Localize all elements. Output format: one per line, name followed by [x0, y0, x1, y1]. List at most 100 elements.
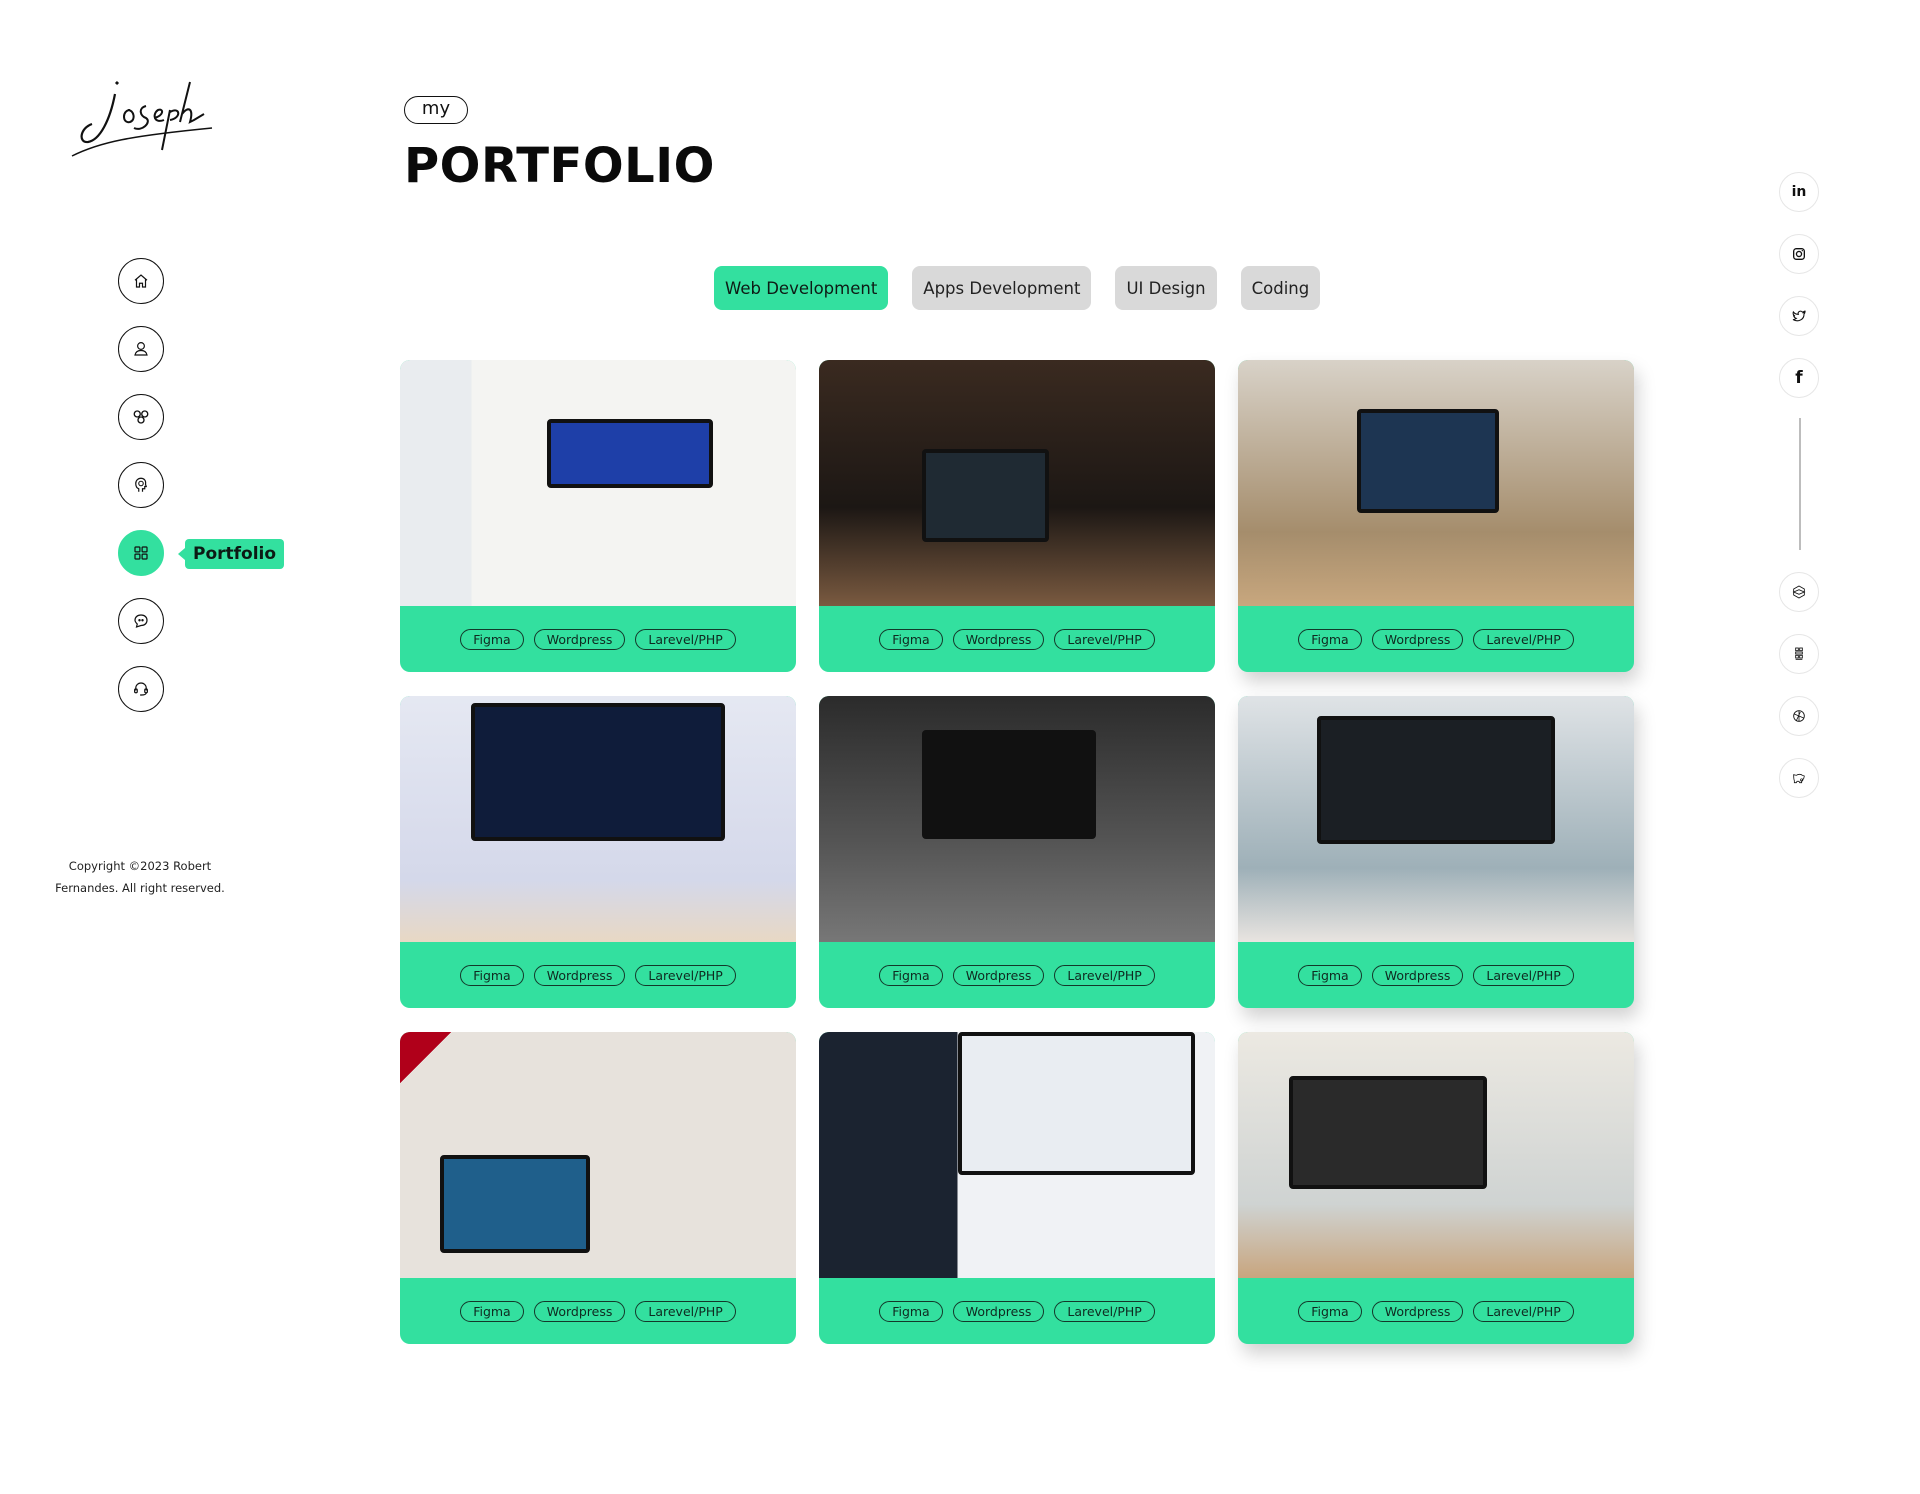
tag-figma[interactable]: Figma — [879, 628, 943, 650]
project-image[interactable] — [1238, 360, 1634, 606]
twitter-link[interactable] — [1779, 296, 1819, 336]
social-divider — [1799, 418, 1801, 550]
grid-icon — [134, 546, 148, 560]
facebook-icon: f — [1795, 368, 1803, 388]
project-card[interactable]: Figma Wordpress Larevel/PHP — [819, 1032, 1215, 1344]
nav-services[interactable] — [118, 394, 164, 440]
project-image-screen — [921, 448, 1049, 543]
project-image[interactable] — [400, 696, 796, 942]
tag-larevel-php[interactable]: Larevel/PHP — [635, 628, 736, 650]
project-image-screen — [1356, 409, 1500, 513]
category-filters: Web Development Apps Development UI Desi… — [714, 266, 1321, 310]
instagram-link[interactable] — [1779, 234, 1819, 274]
project-tags: Figma Wordpress Larevel/PHP — [1238, 942, 1634, 1008]
project-image[interactable] — [400, 1032, 796, 1278]
tag-figma[interactable]: Figma — [879, 1300, 943, 1322]
copyright-line-1: Copyright ©2023 Robert — [68, 859, 212, 873]
nav-testimonials[interactable] — [118, 598, 164, 644]
head-brain-icon — [135, 477, 148, 492]
tag-larevel-php[interactable]: Larevel/PHP — [1054, 1300, 1155, 1322]
tag-wordpress[interactable]: Wordpress — [952, 628, 1045, 650]
copyright: Copyright ©2023 Robert Fernandes. All ri… — [40, 855, 240, 899]
section-pill: my — [404, 96, 468, 124]
layers-link[interactable] — [1779, 572, 1819, 612]
project-card[interactable]: Figma Wordpress Larevel/PHP — [819, 696, 1215, 1008]
qr-link[interactable] — [1779, 634, 1819, 674]
tag-larevel-php[interactable]: Larevel/PHP — [635, 964, 736, 986]
tag-larevel-php[interactable]: Larevel/PHP — [1473, 1300, 1574, 1322]
tag-figma[interactable]: Figma — [879, 964, 943, 986]
nav-portfolio[interactable]: Portfolio — [118, 530, 285, 576]
project-card[interactable]: Figma Wordpress Larevel/PHP — [1238, 1032, 1634, 1344]
nav-skills[interactable] — [118, 462, 164, 508]
tag-figma[interactable]: Figma — [460, 1300, 524, 1322]
project-card[interactable]: Figma Wordpress Larevel/PHP — [400, 1032, 796, 1344]
tag-larevel-php[interactable]: Larevel/PHP — [1054, 628, 1155, 650]
nav-tooltip: Portfolio — [185, 539, 285, 569]
chat-quote-icon — [134, 614, 148, 628]
tag-wordpress[interactable]: Wordpress — [952, 964, 1045, 986]
project-image[interactable] — [400, 360, 796, 606]
project-image[interactable] — [819, 360, 1215, 606]
project-image-screen — [546, 419, 713, 488]
project-tags: Figma Wordpress Larevel/PHP — [1238, 606, 1634, 672]
project-image-screen — [1317, 715, 1555, 844]
tag-wordpress[interactable]: Wordpress — [1371, 1300, 1464, 1322]
tag-wordpress[interactable]: Wordpress — [952, 1300, 1045, 1322]
nav-contact[interactable] — [118, 666, 164, 712]
tag-wordpress[interactable]: Wordpress — [533, 964, 626, 986]
project-image[interactable] — [1238, 1032, 1634, 1278]
project-card[interactable]: Figma Wordpress Larevel/PHP — [1238, 696, 1634, 1008]
tag-figma[interactable]: Figma — [460, 964, 524, 986]
headset-icon — [134, 682, 148, 696]
tag-wordpress[interactable]: Wordpress — [1371, 628, 1464, 650]
project-card[interactable]: Figma Wordpress Larevel/PHP — [819, 360, 1215, 672]
project-tags: Figma Wordpress Larevel/PHP — [400, 1278, 796, 1344]
project-image[interactable] — [1238, 696, 1634, 942]
tag-wordpress[interactable]: Wordpress — [533, 628, 626, 650]
tag-wordpress[interactable]: Wordpress — [1371, 964, 1464, 986]
linkedin-link[interactable]: in — [1779, 172, 1819, 212]
project-card[interactable]: Figma Wordpress Larevel/PHP — [400, 696, 796, 1008]
home-icon — [134, 274, 148, 288]
logo[interactable] — [70, 70, 220, 160]
tag-larevel-php[interactable]: Larevel/PHP — [1473, 628, 1574, 650]
filter-apps-development[interactable]: Apps Development — [912, 266, 1092, 310]
project-tags: Figma Wordpress Larevel/PHP — [819, 1278, 1215, 1344]
twitter-icon — [1792, 310, 1806, 322]
piggy-bank-link[interactable] — [1779, 758, 1819, 798]
dribbble-icon — [1793, 710, 1805, 722]
filter-ui-design[interactable]: UI Design — [1115, 266, 1217, 310]
facebook-link[interactable]: f — [1779, 358, 1819, 398]
user-icon — [134, 342, 148, 356]
project-image[interactable] — [819, 1032, 1215, 1278]
copyright-line-2: Fernandes. All right reserved. — [55, 881, 225, 895]
filter-coding[interactable]: Coding — [1240, 266, 1321, 310]
project-tags: Figma Wordpress Larevel/PHP — [819, 942, 1215, 1008]
tag-figma[interactable]: Figma — [460, 628, 524, 650]
piggy-bank-icon — [1793, 773, 1805, 784]
nav-about[interactable] — [118, 326, 164, 372]
tag-figma[interactable]: Figma — [1298, 1300, 1362, 1322]
tag-figma[interactable]: Figma — [1298, 628, 1362, 650]
tag-larevel-php[interactable]: Larevel/PHP — [635, 1300, 736, 1322]
layers-hexagon-icon — [1792, 585, 1806, 599]
project-tags: Figma Wordpress Larevel/PHP — [400, 942, 796, 1008]
project-tags: Figma Wordpress Larevel/PHP — [819, 606, 1215, 672]
tag-figma[interactable]: Figma — [1298, 964, 1362, 986]
project-tags: Figma Wordpress Larevel/PHP — [1238, 1278, 1634, 1344]
project-card[interactable]: Figma Wordpress Larevel/PHP — [400, 360, 796, 672]
instagram-icon — [1793, 248, 1805, 260]
project-card[interactable]: Figma Wordpress Larevel/PHP — [1238, 360, 1634, 672]
filter-web-development[interactable]: Web Development — [714, 266, 889, 310]
project-image[interactable] — [819, 696, 1215, 942]
dribbble-link[interactable] — [1779, 696, 1819, 736]
tag-larevel-php[interactable]: Larevel/PHP — [1473, 964, 1574, 986]
signature-logo-icon — [71, 80, 213, 157]
project-image-screen — [439, 1155, 591, 1254]
nav-home[interactable] — [118, 258, 164, 304]
project-image-screen — [471, 703, 725, 842]
tag-larevel-php[interactable]: Larevel/PHP — [1054, 964, 1155, 986]
tag-wordpress[interactable]: Wordpress — [533, 1300, 626, 1322]
linkedin-icon: in — [1791, 184, 1807, 200]
